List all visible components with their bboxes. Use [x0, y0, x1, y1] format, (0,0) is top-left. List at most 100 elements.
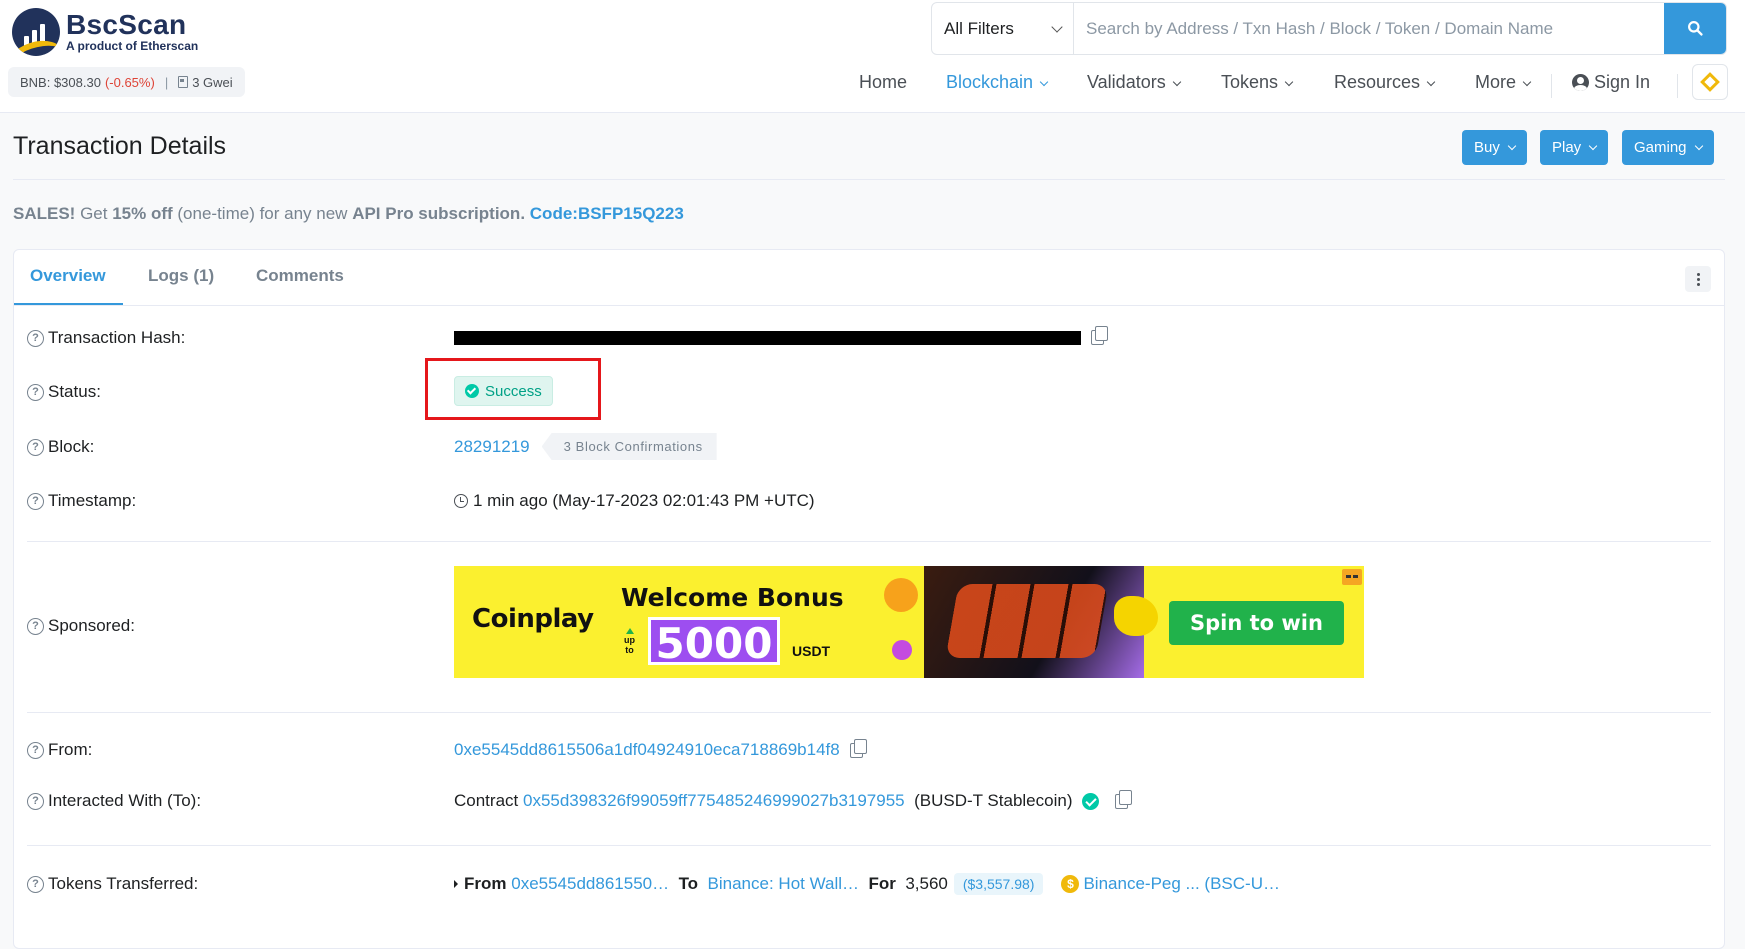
help-icon[interactable]: ? — [27, 617, 44, 635]
contract-address-link[interactable]: 0x55d398326f99059ff775485246999027b31979… — [523, 791, 905, 811]
redacted-hash — [454, 330, 1081, 345]
banana-icon — [1114, 596, 1158, 636]
hash-value — [454, 326, 1108, 345]
nav-blockchain-label: Blockchain — [946, 72, 1034, 92]
nav-tokens[interactable]: Tokens — [1221, 72, 1294, 93]
ad-unit: USDT — [792, 643, 831, 659]
help-icon[interactable]: ? — [27, 438, 44, 456]
chevron-down-icon — [1522, 77, 1532, 86]
tab-logs[interactable]: Logs (1) — [148, 266, 214, 286]
site-header: BscScan A product of Etherscan BNB: $308… — [0, 0, 1745, 113]
copy-icon[interactable] — [1115, 789, 1133, 809]
bnb-network-button[interactable] — [1692, 64, 1728, 100]
search-input[interactable] — [1074, 3, 1664, 54]
gaming-button[interactable]: Gaming — [1622, 130, 1714, 165]
chevron-down-icon — [1172, 77, 1181, 86]
sales-banner: SALES! Get 15% off (one-time) for any ne… — [13, 204, 684, 224]
token-transfer-row: From 0xe5545dd861550… To Binance: Hot Wa… — [454, 873, 1280, 895]
filter-label: All Filters — [944, 18, 1014, 38]
ad-badge-icon — [1342, 569, 1362, 585]
search-button[interactable] — [1664, 3, 1726, 54]
logo-subtitle: A product of Etherscan — [66, 39, 199, 53]
tab-comments[interactable]: Comments — [256, 266, 344, 286]
copy-icon[interactable] — [849, 738, 867, 758]
clock-icon — [454, 494, 468, 508]
status-label-text: Status: — [48, 382, 101, 401]
nav-more[interactable]: More — [1475, 72, 1532, 93]
play-button[interactable]: Play — [1540, 130, 1609, 165]
sponsored-ad-banner[interactable]: Coinplay Welcome Bonus up to 5000 USDT Sp… — [454, 566, 1364, 678]
transfer-from-link[interactable]: 0xe5545dd861550… — [511, 874, 669, 894]
to-label: ? Interacted With (To): — [27, 791, 201, 811]
nav-blockchain[interactable]: Blockchain — [946, 72, 1049, 93]
nav-divider — [1677, 74, 1678, 98]
contract-prefix: Contract — [454, 791, 519, 810]
copy-icon[interactable] — [1091, 326, 1108, 345]
transaction-card: Overview Logs (1) Comments ? Transaction … — [13, 249, 1725, 949]
to-value: Contract 0x55d398326f99059ff775485246999… — [454, 789, 1133, 811]
chevron-down-icon — [1051, 20, 1063, 33]
help-icon[interactable]: ? — [27, 329, 44, 347]
divider — [13, 179, 1725, 180]
ad-upto: up to — [624, 628, 635, 655]
from-address-link[interactable]: 0xe5545dd8615506a1df04924910eca718869b14… — [454, 740, 840, 760]
search-filter-select[interactable]: All Filters — [932, 3, 1074, 54]
help-icon[interactable]: ? — [27, 492, 44, 510]
nav-validators[interactable]: Validators — [1087, 72, 1181, 93]
sales-discount: 15% off — [112, 204, 173, 223]
sales-product: API Pro subscription. — [352, 204, 526, 223]
chevron-down-icon — [1039, 77, 1049, 86]
help-icon[interactable]: ? — [27, 792, 44, 810]
tokens-label: ? Tokens Transferred: — [27, 874, 198, 894]
chevron-down-icon — [1426, 77, 1436, 86]
caret-right-icon — [454, 880, 458, 888]
ad-amount: 5000 — [648, 617, 780, 668]
to-label-text: Interacted With (To): — [48, 791, 202, 810]
chevron-down-icon — [1507, 141, 1517, 151]
timestamp-text: 1 min ago (May-17-2023 02:01:43 PM +UTC) — [473, 491, 815, 510]
ad-cta-button[interactable]: Spin to win — [1169, 601, 1344, 645]
timestamp-label: ? Timestamp: — [27, 491, 136, 511]
nav-tokens-label: Tokens — [1221, 72, 1279, 92]
help-icon[interactable]: ? — [27, 741, 44, 759]
more-options-icon[interactable] — [1685, 266, 1711, 292]
buy-button[interactable]: Buy — [1462, 130, 1527, 165]
tab-bar: Overview Logs (1) Comments — [14, 250, 1724, 306]
block-number-link[interactable]: 28291219 — [454, 437, 530, 457]
nav-resources[interactable]: Resources — [1334, 72, 1436, 93]
nav-home[interactable]: Home — [859, 72, 907, 93]
timestamp-value: 1 min ago (May-17-2023 02:01:43 PM +UTC) — [454, 491, 815, 511]
user-circle-icon — [1572, 74, 1589, 91]
chevron-down-icon — [1588, 141, 1598, 151]
help-icon[interactable]: ? — [27, 383, 44, 401]
block-label: ? Block: — [27, 437, 94, 457]
promo-code-link[interactable]: Code:BSFP15Q223 — [530, 204, 684, 223]
verified-check-icon — [1082, 792, 1100, 810]
token-coin-icon: $ — [1061, 875, 1080, 893]
chevron-down-icon — [1694, 141, 1703, 151]
ad-headline: Welcome Bonus — [621, 583, 844, 612]
token-link[interactable]: Binance-Peg ... (BSC-U… — [1083, 874, 1280, 894]
sales-lead: SALES! — [13, 204, 76, 223]
sales-text: Get — [75, 204, 113, 223]
status-label: ? Status: — [27, 382, 101, 402]
bscscan-logo[interactable]: BscScan A product of Etherscan — [12, 8, 198, 56]
nav-validators-label: Validators — [1087, 72, 1166, 92]
active-tab-indicator — [14, 303, 123, 305]
nav-resources-label: Resources — [1334, 72, 1421, 92]
transfer-to-link[interactable]: Binance: Hot Wall… — [708, 874, 859, 894]
divider — [27, 712, 1711, 713]
page-title: Transaction Details — [13, 132, 227, 160]
sponsored-label: ? Sponsored: — [27, 616, 135, 636]
grapes-icon — [892, 640, 912, 660]
nav-sign-in[interactable]: Sign In — [1572, 72, 1650, 93]
search-bar: All Filters — [931, 2, 1727, 55]
from-label-text: From: — [48, 740, 93, 759]
nav-home-label: Home — [859, 72, 908, 92]
tab-overview[interactable]: Overview — [30, 266, 106, 286]
help-icon[interactable]: ? — [27, 875, 44, 893]
divider — [27, 845, 1711, 846]
transfer-to-label: To — [678, 874, 699, 893]
orange-icon — [884, 578, 918, 612]
bnb-logo-icon — [1700, 72, 1720, 92]
